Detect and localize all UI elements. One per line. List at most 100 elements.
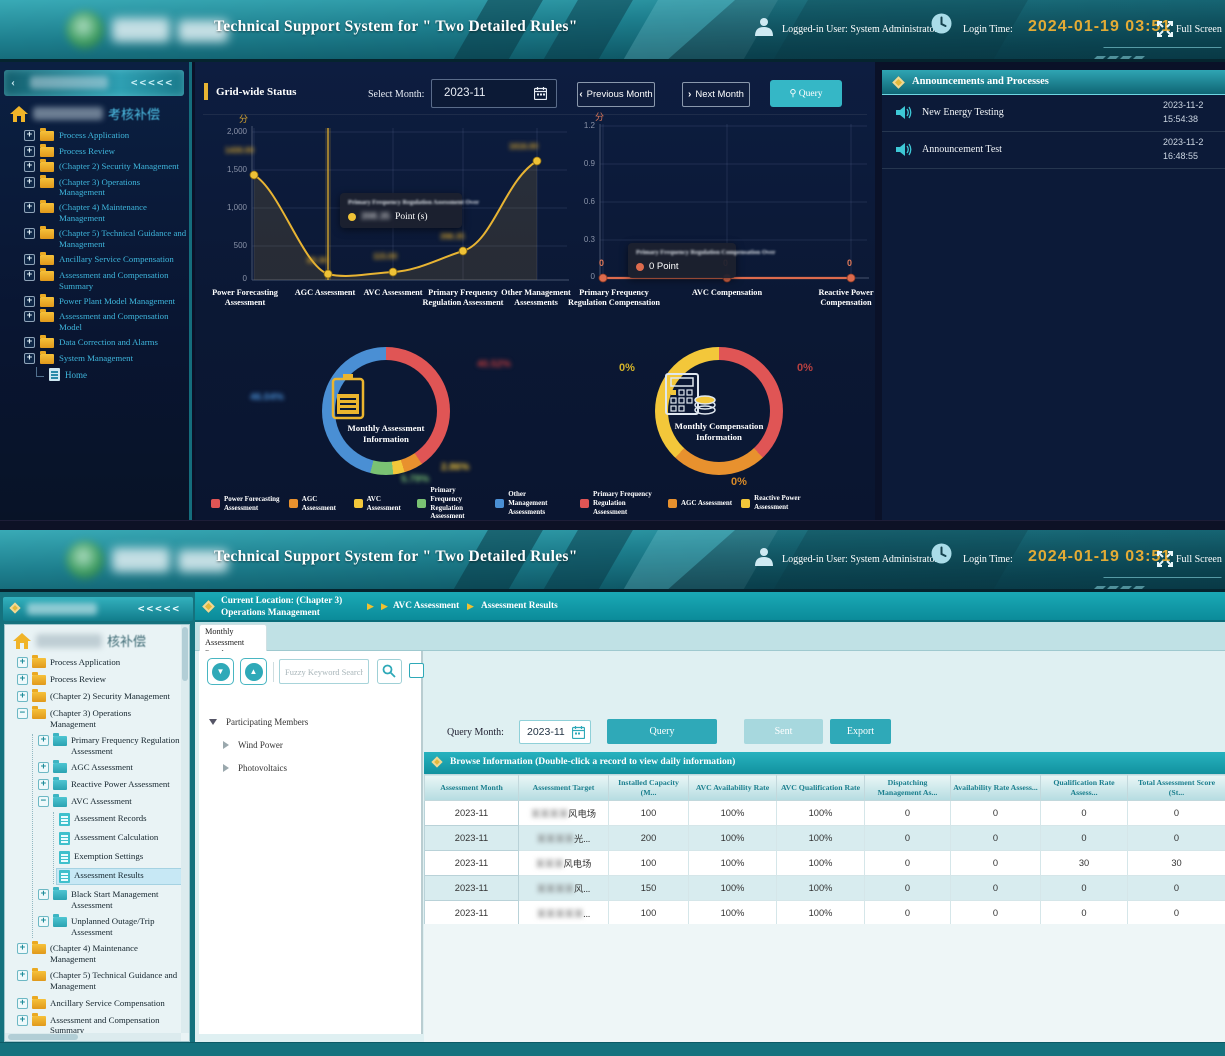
previous-month-button[interactable]: ‹Previous Month xyxy=(577,82,655,107)
collapse-back-icon[interactable]: ‹ xyxy=(11,75,15,89)
tree-item[interactable]: +Process Review xyxy=(15,673,189,686)
expand-icon[interactable]: + xyxy=(17,998,28,1009)
tree-item[interactable]: −AVC Assessment xyxy=(36,795,189,808)
fullscreen-label[interactable]: Full Screen xyxy=(1176,24,1222,35)
tree-item[interactable]: +Reactive Power Assessment xyxy=(36,778,189,791)
tree-item[interactable]: +Process Application xyxy=(15,656,189,669)
fullscreen-label[interactable]: Full Screen xyxy=(1176,554,1222,565)
expand-icon[interactable]: + xyxy=(38,889,49,900)
announcement-item[interactable]: New Energy Testing2023-11-215:54:38 xyxy=(882,95,1225,132)
table-row[interactable]: 2023-11某某某某风...150100%100%0000 xyxy=(425,876,1225,901)
table-row[interactable]: 2023-11某某某某风电场100100%100%0000 xyxy=(425,801,1225,826)
tree-item[interactable]: Assessment Calculation xyxy=(57,831,189,846)
expand-icon[interactable]: + xyxy=(24,228,35,239)
expand-all-button[interactable]: ▲ xyxy=(240,658,267,685)
collapse-icon[interactable]: − xyxy=(38,796,49,807)
expand-icon[interactable]: + xyxy=(24,337,35,348)
fullscreen-icon[interactable] xyxy=(1157,21,1173,37)
tree-item[interactable]: +AGC Assessment xyxy=(36,761,189,774)
expand-icon[interactable]: + xyxy=(24,270,35,281)
tree-item-participating-members[interactable]: Participating Members xyxy=(209,717,308,727)
sidebar-item[interactable]: +Data Correction and Alarms xyxy=(24,337,188,348)
sidebar-item[interactable]: +Process Review xyxy=(24,146,188,157)
fuzzy-search-input[interactable] xyxy=(279,659,369,684)
sidebar-item[interactable]: +Ancillary Service Compensation xyxy=(24,254,188,265)
column-header[interactable]: AVC Availability Rate xyxy=(689,775,777,801)
expand-icon[interactable]: + xyxy=(17,691,28,702)
expand-icon[interactable]: + xyxy=(24,311,35,322)
column-header[interactable]: Dispatching Management As... xyxy=(865,775,951,801)
expand-icon[interactable]: + xyxy=(24,254,35,265)
expand-icon[interactable]: + xyxy=(17,970,28,981)
tree-item[interactable]: Exemption Settings xyxy=(57,850,189,865)
expand-icon[interactable]: + xyxy=(17,943,28,954)
calendar-icon[interactable] xyxy=(534,87,547,100)
column-header[interactable]: Assessment Target xyxy=(519,775,609,801)
sidebar-item[interactable]: +Process Application xyxy=(24,130,188,141)
expand-icon[interactable]: + xyxy=(17,1015,28,1026)
export-button[interactable]: Export xyxy=(830,719,891,744)
select-month-input[interactable]: 2023-11 xyxy=(431,79,557,108)
tree-item[interactable]: +Unplanned Outage/Trip Assessment xyxy=(36,915,189,938)
expand-icon[interactable]: + xyxy=(38,762,49,773)
sidebar-item[interactable]: +(Chapter 5) Technical Guidance and Mana… xyxy=(24,228,188,249)
tree-item[interactable]: +Ancillary Service Compensation xyxy=(15,997,189,1010)
expand-icon[interactable]: + xyxy=(24,202,35,213)
tree-item-photovoltaics[interactable]: Photovoltaics xyxy=(209,763,308,773)
tree-item[interactable]: Assessment Records xyxy=(57,812,189,827)
expand-icon[interactable]: + xyxy=(24,177,35,188)
search-button[interactable] xyxy=(377,659,402,684)
tree-item[interactable]: +(Chapter 2) Security Management xyxy=(15,690,189,703)
next-month-button[interactable]: ›Next Month xyxy=(682,82,750,107)
table-row[interactable]: 2023-11某某某风电场100100%100%003030 xyxy=(425,851,1225,876)
column-header[interactable]: Assessment Month xyxy=(425,775,519,801)
triangle-down-icon[interactable] xyxy=(209,719,217,725)
column-header[interactable]: AVC Qualification Rate xyxy=(777,775,865,801)
breadcrumb-item[interactable]: AVC Assessment xyxy=(393,601,459,611)
tree-item[interactable]: −(Chapter 3) Operations Management xyxy=(15,707,189,730)
sidebar-item[interactable]: +System Management xyxy=(24,353,188,364)
sidebar-root-node[interactable]: 核补偿 xyxy=(13,631,189,650)
tree-item[interactable]: +Primary Frequency Regulation Assessment xyxy=(36,734,189,757)
sidebar-item[interactable]: +(Chapter 2) Security Management xyxy=(24,161,188,172)
sidebar-collapse-bar[interactable]: <<<<< xyxy=(3,597,193,621)
expand-icon[interactable]: + xyxy=(38,779,49,790)
expand-icon[interactable]: + xyxy=(24,161,35,172)
select-checkbox[interactable] xyxy=(409,663,424,678)
sidebar-root-node[interactable]: 考核补偿 xyxy=(10,104,160,123)
vertical-scrollbar[interactable] xyxy=(181,625,189,1033)
expand-icon[interactable]: + xyxy=(24,146,35,157)
tab-monthly-assessment-results[interactable]: MonthlyAssessment Results xyxy=(199,624,267,651)
column-header[interactable]: Availability Rate Assess... xyxy=(951,775,1041,801)
horizontal-scrollbar[interactable] xyxy=(5,1033,181,1041)
sidebar-item[interactable]: +Assessment and Compensation Summary xyxy=(24,270,188,291)
sidebar-collapse-bar[interactable]: ‹ <<<<< xyxy=(4,70,184,96)
fullscreen-icon[interactable] xyxy=(1157,551,1173,567)
query-button[interactable]: ⚲ Query xyxy=(770,80,842,107)
sidebar-item[interactable]: +Assessment and Compensation Model xyxy=(24,311,188,332)
sidebar-item-home[interactable]: Home xyxy=(36,368,188,381)
sidebar-item[interactable]: +Power Plant Model Management xyxy=(24,296,188,307)
expand-icon[interactable]: + xyxy=(24,296,35,307)
collapse-arrows-icon[interactable]: <<<<< xyxy=(138,602,181,615)
tree-item[interactable]: +(Chapter 5) Technical Guidance and Mana… xyxy=(15,969,189,992)
tree-item[interactable]: Assessment Results xyxy=(57,869,189,884)
breadcrumb-item[interactable]: Assessment Results xyxy=(481,601,558,611)
triangle-right-icon[interactable] xyxy=(223,741,229,749)
tree-item[interactable]: +(Chapter 4) Maintenance Management xyxy=(15,942,189,965)
column-header[interactable]: Qualification Rate Assess... xyxy=(1041,775,1128,801)
sidebar-item[interactable]: +(Chapter 4) Maintenance Management xyxy=(24,202,188,223)
collapse-icon[interactable]: − xyxy=(17,708,28,719)
calendar-icon[interactable] xyxy=(572,726,585,739)
triangle-right-icon[interactable] xyxy=(223,764,229,772)
tree-item-wind-power[interactable]: Wind Power xyxy=(209,740,308,750)
column-header[interactable]: Installed Capacity (M... xyxy=(609,775,689,801)
table-row[interactable]: 2023-11某某某某某...100100%100%0000 xyxy=(425,901,1225,926)
expand-icon[interactable]: + xyxy=(17,674,28,685)
expand-icon[interactable]: + xyxy=(24,353,35,364)
sent-button[interactable]: Sent xyxy=(744,719,823,744)
expand-icon[interactable]: + xyxy=(24,130,35,141)
query-button[interactable]: Query xyxy=(607,719,717,744)
expand-icon[interactable]: + xyxy=(38,735,49,746)
announcement-item[interactable]: Announcement Test2023-11-216:48:55 xyxy=(882,132,1225,169)
